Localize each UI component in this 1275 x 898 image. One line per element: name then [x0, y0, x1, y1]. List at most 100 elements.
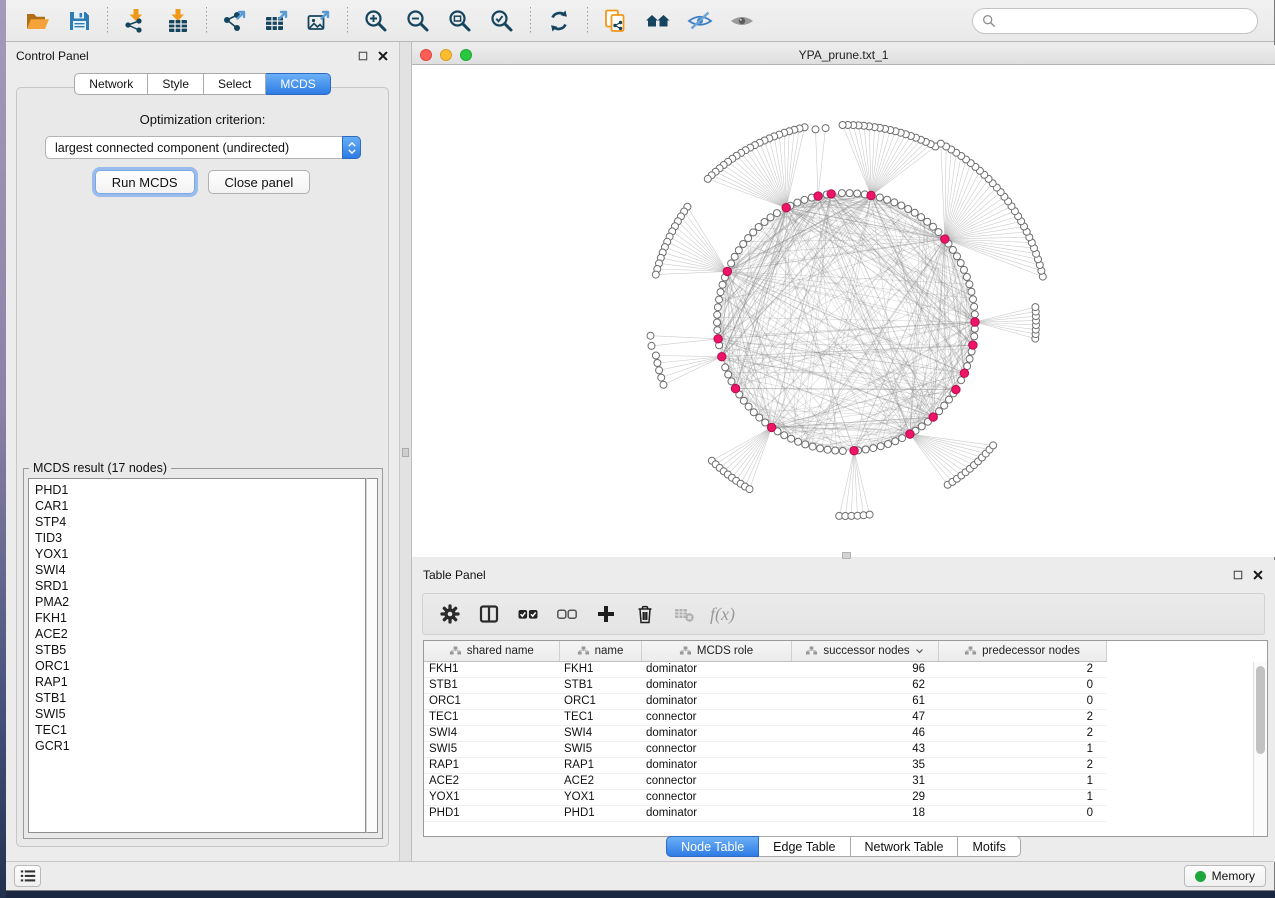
mcds-result-node[interactable]: PHD1	[35, 482, 365, 498]
hide-selected-icon[interactable]	[685, 6, 715, 36]
canvas-split-handle[interactable]	[842, 552, 851, 559]
export-image-icon[interactable]	[304, 6, 334, 36]
cell-MCDS-role[interactable]: connector	[641, 773, 791, 789]
mcds-result-node[interactable]: SWI5	[35, 706, 365, 722]
tab-mcds[interactable]: MCDS	[266, 73, 330, 95]
table-row[interactable]: ACE2ACE2connector311	[424, 773, 1106, 789]
add-column-icon[interactable]	[593, 601, 619, 627]
tab-network[interactable]: Network	[74, 73, 148, 95]
table-row[interactable]: YOX1YOX1connector291	[424, 789, 1106, 805]
column-view-icon[interactable]	[476, 601, 502, 627]
result-list-scrollbar[interactable]	[366, 478, 378, 833]
cell-successor-nodes[interactable]: 43	[791, 741, 938, 757]
tab-style[interactable]: Style	[148, 73, 204, 95]
open-file-icon[interactable]	[22, 6, 52, 36]
close-table-panel-icon[interactable]	[1252, 569, 1264, 581]
cell-predecessor-nodes[interactable]: 2	[938, 661, 1106, 677]
mcds-result-node[interactable]: CAR1	[35, 498, 365, 514]
tab-select[interactable]: Select	[204, 73, 266, 95]
cell-name[interactable]: STB1	[559, 677, 641, 693]
mcds-result-node[interactable]: STB1	[35, 690, 365, 706]
cell-MCDS-role[interactable]: dominator	[641, 757, 791, 773]
mcds-result-node[interactable]: STB5	[35, 642, 365, 658]
mcds-result-node[interactable]: SRD1	[35, 578, 365, 594]
table-row[interactable]: SWI5SWI5connector431	[424, 741, 1106, 757]
cell-MCDS-role[interactable]: dominator	[641, 725, 791, 741]
float-table-panel-icon[interactable]	[1232, 569, 1244, 581]
memory-button[interactable]: Memory	[1184, 865, 1266, 887]
cell-successor-nodes[interactable]: 31	[791, 773, 938, 789]
cell-shared-name[interactable]: ORC1	[424, 693, 559, 709]
cell-shared-name[interactable]: ACE2	[424, 773, 559, 789]
mcds-result-node[interactable]: PMA2	[35, 594, 365, 610]
close-panel-button[interactable]: Close panel	[208, 170, 311, 194]
float-panel-icon[interactable]	[357, 50, 369, 62]
mcds-result-node[interactable]: TID3	[35, 530, 365, 546]
cell-MCDS-role[interactable]: dominator	[641, 677, 791, 693]
panel-split-divider[interactable]	[399, 42, 412, 862]
cell-successor-nodes[interactable]: 47	[791, 709, 938, 725]
mcds-result-node[interactable]: ORC1	[35, 658, 365, 674]
settings-icon[interactable]	[437, 601, 463, 627]
cell-predecessor-nodes[interactable]: 2	[938, 709, 1106, 725]
cell-MCDS-role[interactable]: connector	[641, 789, 791, 805]
column-header-predecessor-nodes[interactable]: predecessor nodes	[938, 641, 1106, 661]
mcds-result-node[interactable]: ACE2	[35, 626, 365, 642]
mcds-result-node[interactable]: TEC1	[35, 722, 365, 738]
cell-shared-name[interactable]: FKH1	[424, 661, 559, 677]
cell-predecessor-nodes[interactable]: 0	[938, 805, 1106, 821]
split-handle[interactable]	[402, 448, 409, 457]
cell-name[interactable]: RAP1	[559, 757, 641, 773]
cell-shared-name[interactable]: SWI4	[424, 725, 559, 741]
run-mcds-button[interactable]: Run MCDS	[95, 170, 195, 194]
tab-motifs[interactable]: Motifs	[958, 836, 1020, 857]
delete-column-icon[interactable]	[632, 601, 658, 627]
cell-successor-nodes[interactable]: 29	[791, 789, 938, 805]
cell-shared-name[interactable]: YOX1	[424, 789, 559, 805]
cell-name[interactable]: ACE2	[559, 773, 641, 789]
column-header-name[interactable]: name	[559, 641, 641, 661]
table-scrollbar-thumb[interactable]	[1256, 666, 1265, 754]
mcds-result-node[interactable]: FKH1	[35, 610, 365, 626]
export-network-icon[interactable]	[220, 6, 250, 36]
cell-MCDS-role[interactable]: dominator	[641, 693, 791, 709]
cell-successor-nodes[interactable]: 62	[791, 677, 938, 693]
column-header-successor-nodes[interactable]: successor nodes	[791, 641, 938, 661]
search-box[interactable]	[972, 8, 1258, 34]
network-graph[interactable]	[412, 65, 1275, 557]
cell-successor-nodes[interactable]: 18	[791, 805, 938, 821]
select-all-icon[interactable]	[515, 601, 541, 627]
mcds-result-list[interactable]: PHD1CAR1STP4TID3YOX1SWI4SRD1PMA2FKH1ACE2…	[28, 478, 366, 833]
mcds-result-node[interactable]: RAP1	[35, 674, 365, 690]
cell-MCDS-role[interactable]: dominator	[641, 805, 791, 821]
search-input[interactable]	[1002, 13, 1248, 28]
column-header-shared-name[interactable]: shared name	[424, 641, 559, 661]
tab-node-table[interactable]: Node Table	[666, 836, 759, 857]
clear-selection-icon[interactable]	[554, 601, 580, 627]
table-row[interactable]: RAP1RAP1dominator352	[424, 757, 1106, 773]
zoom-out-icon[interactable]	[403, 6, 433, 36]
import-network-icon[interactable]	[121, 6, 151, 36]
table-row[interactable]: SWI4SWI4dominator462	[424, 725, 1106, 741]
cell-predecessor-nodes[interactable]: 0	[938, 677, 1106, 693]
mcds-result-node[interactable]: STP4	[35, 514, 365, 530]
mcds-result-node[interactable]: YOX1	[35, 546, 365, 562]
cell-predecessor-nodes[interactable]: 2	[938, 725, 1106, 741]
table-row[interactable]: ORC1ORC1dominator610	[424, 693, 1106, 709]
show-panels-button[interactable]	[14, 865, 41, 887]
zoom-selected-icon[interactable]	[487, 6, 517, 36]
cell-name[interactable]: SWI5	[559, 741, 641, 757]
table-row[interactable]: PHD1PHD1dominator180	[424, 805, 1106, 821]
first-neighbors-icon[interactable]	[643, 6, 673, 36]
table-row[interactable]: FKH1FKH1dominator962	[424, 661, 1106, 677]
cell-predecessor-nodes[interactable]: 2	[938, 757, 1106, 773]
cell-MCDS-role[interactable]: dominator	[641, 661, 791, 677]
copy-network-icon[interactable]	[601, 6, 631, 36]
cell-predecessor-nodes[interactable]: 1	[938, 789, 1106, 805]
cell-predecessor-nodes[interactable]: 0	[938, 693, 1106, 709]
cell-shared-name[interactable]: RAP1	[424, 757, 559, 773]
export-table-icon[interactable]	[262, 6, 292, 36]
cell-successor-nodes[interactable]: 35	[791, 757, 938, 773]
table-row[interactable]: TEC1TEC1connector472	[424, 709, 1106, 725]
mcds-result-node[interactable]: SWI4	[35, 562, 365, 578]
